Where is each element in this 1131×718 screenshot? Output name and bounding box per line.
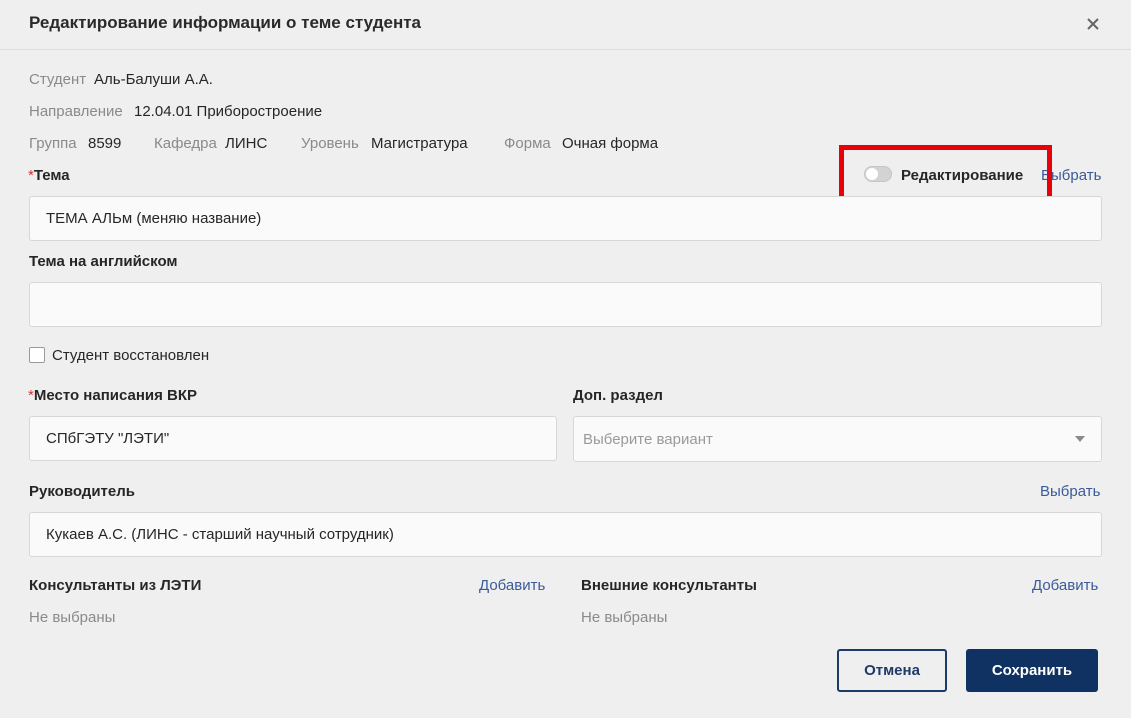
level-label: Уровень	[301, 135, 359, 152]
restored-checkbox[interactable]	[29, 347, 45, 363]
topic-input-value: ТЕМА АЛЬм (меняю название)	[46, 210, 262, 227]
group-value: 8599	[88, 135, 122, 152]
form-label: Форма	[504, 135, 551, 152]
student-label: Студент	[29, 71, 87, 88]
supervisor-label: Руководитель	[29, 483, 135, 500]
supervisor-input[interactable]: Кукаев А.С. (ЛИНС - старший научный сотр…	[29, 512, 1102, 557]
place-input[interactable]: СПбГЭТУ "ЛЭТИ"	[29, 416, 557, 461]
chevron-down-icon[interactable]	[1075, 436, 1085, 442]
place-input-value: СПбГЭТУ "ЛЭТИ"	[46, 430, 170, 447]
place-label-text: Место написания ВКР	[33, 387, 198, 404]
supervisor-input-value: Кукаев А.С. (ЛИНС - старший научный сотр…	[46, 526, 394, 543]
topic-en-label: Тема на английском	[29, 253, 178, 270]
extra-section-placeholder: Выберите вариант	[583, 430, 713, 448]
topic-label: *Тема	[28, 167, 70, 184]
form-value: Очная форма	[562, 135, 659, 152]
extra-section-select[interactable]: Выберите вариант	[573, 416, 1102, 462]
extra-section-label: Доп. раздел	[573, 387, 663, 404]
topic-en-input[interactable]	[29, 282, 1102, 327]
department-value: ЛИНС	[225, 135, 268, 152]
group-label: Группа	[29, 135, 77, 152]
close-icon[interactable]	[1083, 14, 1103, 34]
external-consultants-label: Внешние консультанты	[581, 577, 757, 594]
direction-label: Направление	[29, 103, 123, 120]
topic-label-text: Тема	[33, 167, 70, 184]
external-consultants-add-link[interactable]: Добавить	[1032, 577, 1098, 594]
place-label: *Место написания ВКР	[28, 387, 197, 404]
restored-label: Студент восстановлен	[52, 347, 210, 364]
dialog-header: Редактирование информации о теме студент…	[0, 0, 1131, 50]
save-button[interactable]: Сохранить	[966, 649, 1098, 692]
leti-consultants-add-link[interactable]: Добавить	[479, 577, 545, 594]
supervisor-select-link[interactable]: Выбрать	[1040, 483, 1100, 500]
dialog-title: Редактирование информации о теме студент…	[29, 13, 421, 32]
direction-value: 12.04.01 Приборостроение	[134, 103, 323, 120]
leti-consultants-label: Консультанты из ЛЭТИ	[29, 577, 202, 594]
department-label: Кафедра	[154, 135, 217, 152]
student-value: Аль-Балуши А.А.	[94, 71, 213, 88]
level-value: Магистратура	[371, 135, 468, 152]
external-consultants-empty: Не выбраны	[581, 609, 668, 626]
leti-consultants-empty: Не выбраны	[29, 609, 116, 626]
topic-input[interactable]: ТЕМА АЛЬм (меняю название)	[29, 196, 1102, 241]
cancel-button[interactable]: Отмена	[837, 649, 947, 692]
